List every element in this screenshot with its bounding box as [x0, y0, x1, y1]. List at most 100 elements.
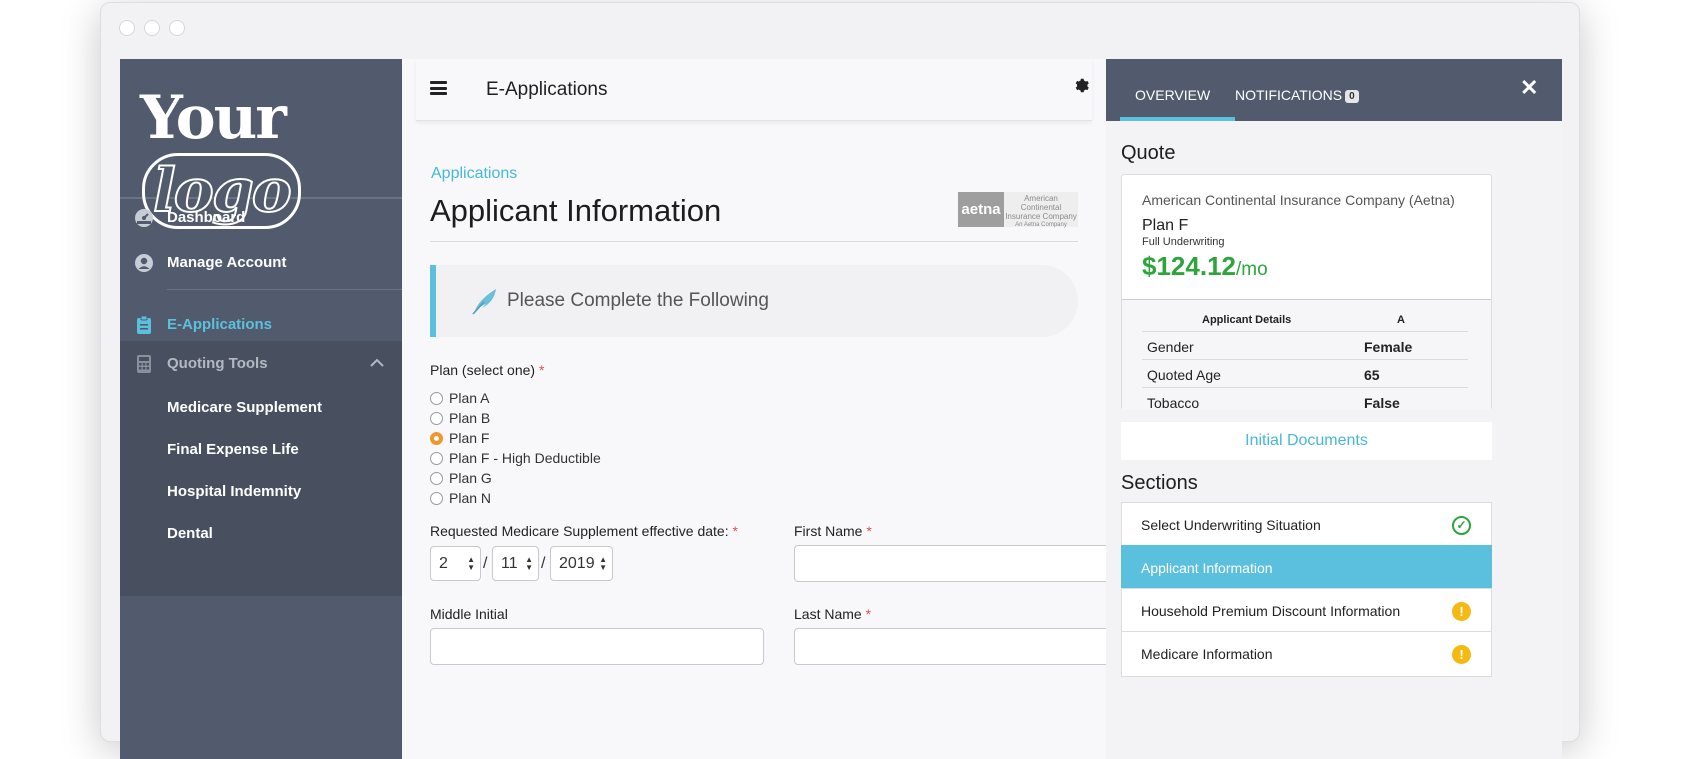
radio-plan-b[interactable]: Plan B	[430, 410, 490, 426]
logo-area: Yourlogo	[120, 59, 402, 229]
user-circle-icon	[134, 253, 154, 273]
carrier-logo-line: American	[1024, 194, 1058, 203]
first-name-label-text: First Name	[794, 523, 863, 539]
last-name-label-text: Last Name	[794, 606, 862, 622]
close-icon[interactable]: ✕	[1520, 75, 1538, 101]
section-title: Medicare Information	[1141, 646, 1273, 662]
hamburger-menu-icon[interactable]	[430, 81, 447, 95]
radio-circle[interactable]	[430, 451, 443, 465]
radio-plan-n[interactable]: Plan N	[430, 490, 491, 506]
row-key: Gender	[1147, 339, 1194, 355]
applicant-details-table: Applicant Details A Gender Female Quoted …	[1122, 299, 1491, 411]
section-household-premium-discount[interactable]: Household Premium Discount Information !	[1121, 588, 1492, 634]
app-viewport: Yourlogo Dashboard Manage Account E-Appl…	[120, 59, 1562, 759]
radio-label: Plan F - High Deductible	[449, 450, 601, 466]
radio-circle[interactable]	[430, 391, 443, 405]
plan-label-text: Plan (select one)	[430, 362, 536, 378]
sidebar-divider	[167, 289, 402, 290]
calculator-icon	[134, 354, 154, 374]
radio-label: Plan F	[449, 430, 490, 446]
carrier-logo-tagline: An Aetna Company	[1015, 222, 1067, 228]
row-value: False	[1364, 395, 1400, 411]
year-value: 2019	[559, 554, 595, 572]
day-select[interactable]: 11 ▲ ▼	[492, 546, 539, 581]
chevron-up-icon[interactable]	[370, 355, 384, 372]
warning-exclamation-icon: !	[1452, 645, 1471, 664]
radio-plan-a[interactable]: Plan A	[430, 390, 489, 406]
minimize-window-dot[interactable]	[144, 20, 160, 36]
sections-heading: Sections	[1121, 472, 1198, 494]
sidebar-item-dashboard[interactable]: Dashboard	[120, 195, 402, 240]
breadcrumb-applications[interactable]: Applications	[431, 165, 517, 183]
browser-window: Yourlogo Dashboard Manage Account E-Appl…	[100, 2, 1580, 759]
year-select[interactable]: 2019 ▲ ▼	[550, 546, 613, 581]
plan-select-label: Plan (select one) *	[430, 362, 544, 378]
radio-plan-f-high-deductible[interactable]: Plan F - High Deductible	[430, 450, 601, 466]
top-bar: E-Applications	[416, 59, 1092, 121]
radio-label: Plan B	[449, 410, 491, 426]
radio-label: Plan N	[449, 490, 492, 506]
radio-plan-f[interactable]: Plan F	[430, 430, 489, 446]
radio-circle-selected[interactable]	[430, 431, 443, 445]
radio-circle[interactable]	[430, 411, 443, 425]
month-value: 2	[439, 554, 448, 572]
radio-label: Plan A	[449, 390, 490, 406]
callout-text: Please Complete the Following	[507, 290, 769, 311]
required-marker: *	[538, 362, 545, 378]
required-marker: *	[732, 523, 738, 539]
section-title: Household Premium Discount Information	[1141, 603, 1401, 619]
section-title: Applicant Information	[1141, 560, 1273, 576]
sidebar-subitem-medicare-supplement[interactable]: Medicare Supplement	[167, 399, 322, 416]
dashboard-gauge-icon	[134, 208, 154, 228]
gear-icon[interactable]	[1074, 78, 1089, 98]
initial-documents-link[interactable]: Initial Documents	[1121, 422, 1492, 460]
radio-circle[interactable]	[430, 491, 443, 505]
tab-notifications[interactable]: NOTIFICATIONS 0	[1235, 87, 1359, 103]
clipboard-icon	[134, 315, 154, 335]
row-value: 65	[1364, 367, 1380, 383]
sidebar-item-quoting-tools[interactable]: Quoting Tools	[120, 341, 402, 386]
quote-price: $124.12/mo	[1142, 251, 1268, 282]
row-value: Female	[1364, 339, 1413, 355]
first-name-input[interactable]	[794, 545, 1128, 582]
sidebar: Yourlogo Dashboard Manage Account E-Appl…	[120, 59, 402, 759]
sidebar-subitem-dental[interactable]: Dental	[167, 525, 213, 542]
details-column-header: A	[1397, 314, 1405, 326]
close-window-dot[interactable]	[119, 20, 135, 36]
effective-date-label-text: Requested Medicare Supplement effective …	[430, 523, 729, 539]
date-separator: /	[541, 555, 546, 572]
active-tab-indicator	[1120, 117, 1235, 121]
last-name-input[interactable]	[794, 628, 1128, 665]
radio-plan-g[interactable]: Plan G	[430, 470, 492, 486]
middle-initial-label: Middle Initial	[430, 606, 508, 622]
section-medicare-information[interactable]: Medicare Information !	[1121, 631, 1492, 677]
first-name-label: First Name *	[794, 523, 872, 539]
tab-overview[interactable]: OVERVIEW	[1135, 87, 1210, 103]
carrier-logo-line: Insurance Company	[1005, 212, 1077, 221]
window-controls	[119, 20, 185, 36]
sidebar-item-manage-account[interactable]: Manage Account	[120, 240, 402, 285]
sidebar-subitem-hospital-indemnity[interactable]: Hospital Indemnity	[167, 483, 301, 500]
panel-header: OVERVIEW NOTIFICATIONS 0 ✕	[1106, 59, 1562, 121]
middle-initial-input[interactable]	[430, 628, 764, 665]
required-marker: *	[865, 606, 872, 622]
quoting-tools-submenu: Medicare Supplement Final Expense Life H…	[120, 386, 402, 596]
radio-circle[interactable]	[430, 471, 443, 485]
section-applicant-information[interactable]: Applicant Information	[1121, 545, 1492, 591]
sidebar-subitem-final-expense-life[interactable]: Final Expense Life	[167, 441, 299, 458]
day-value: 11	[501, 554, 518, 572]
notifications-count-badge: 0	[1345, 90, 1359, 103]
section-select-underwriting[interactable]: Select Underwriting Situation ✓	[1121, 502, 1492, 548]
sidebar-item-label: Manage Account	[167, 254, 287, 271]
feather-icon	[470, 286, 500, 316]
row-key: Tobacco	[1147, 395, 1200, 411]
carrier-logo: aetna American Continental Insurance Com…	[958, 192, 1078, 228]
details-header: Applicant Details	[1202, 314, 1292, 326]
logo-word-your: Your	[140, 83, 287, 153]
table-row: Quoted Age 65	[1142, 359, 1468, 389]
maximize-window-dot[interactable]	[169, 20, 185, 36]
quote-price-amount: $124.12	[1142, 251, 1236, 281]
month-select[interactable]: 2 ▲ ▼	[430, 546, 481, 581]
quote-plan: Plan F	[1142, 217, 1189, 234]
date-separator: /	[483, 555, 488, 572]
